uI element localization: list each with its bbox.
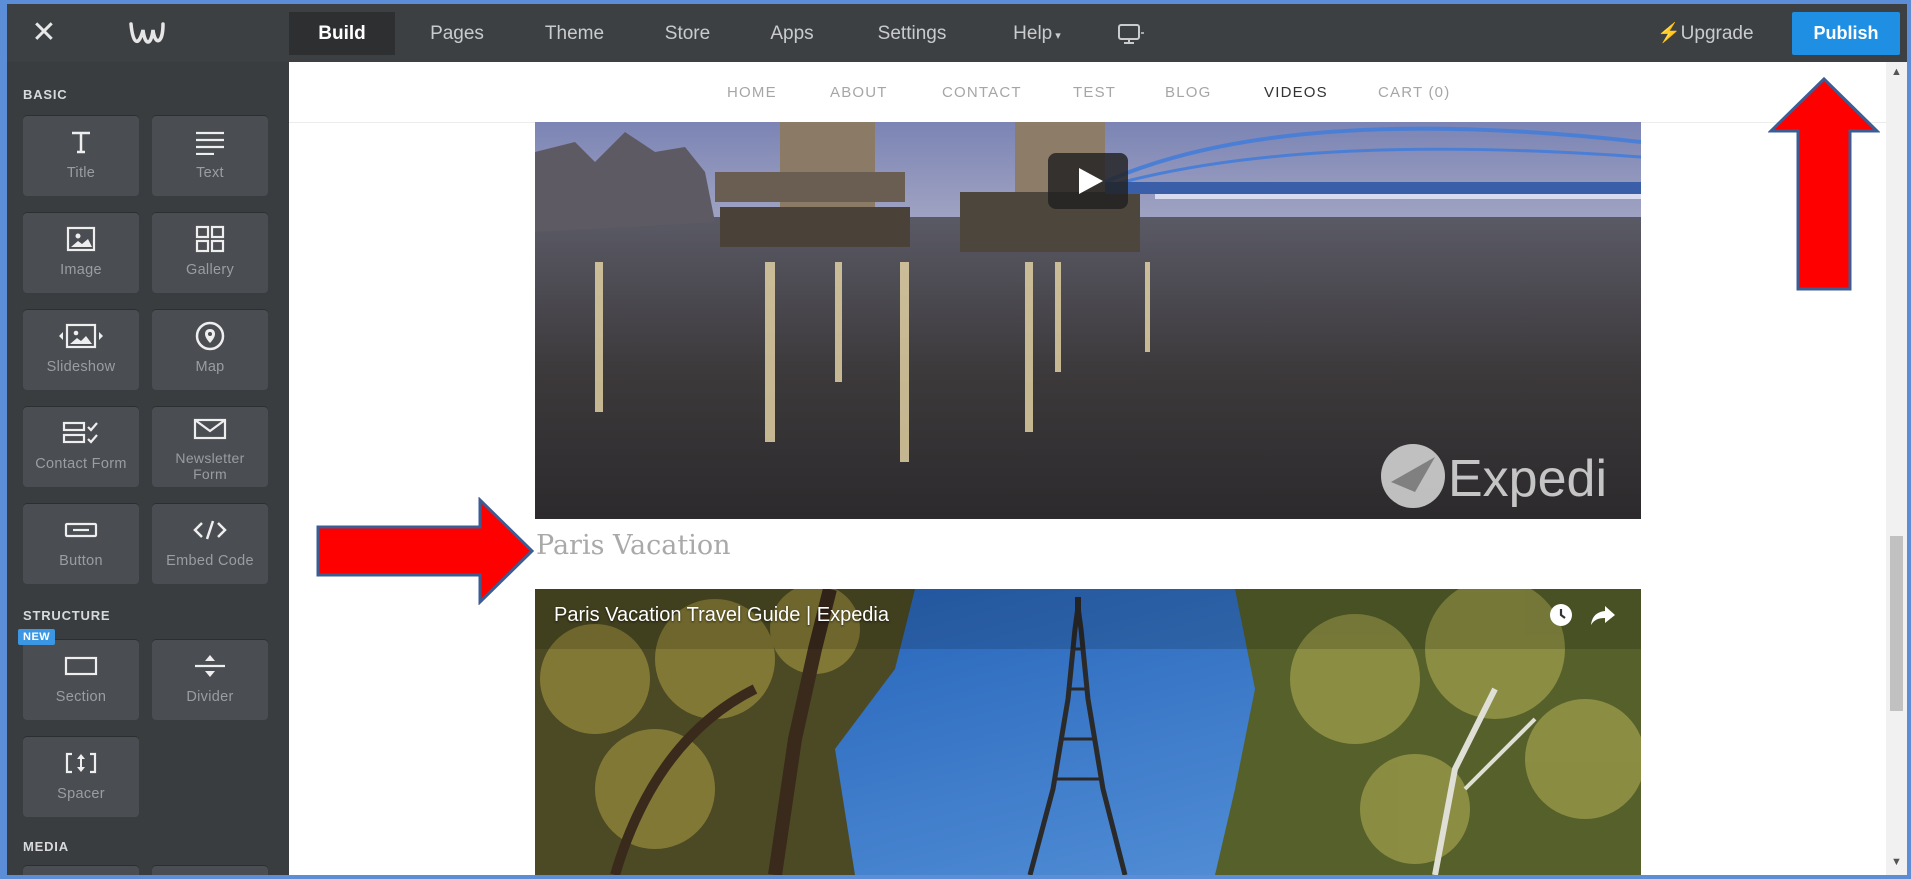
element-media-1[interactable] (23, 865, 139, 875)
annotation-arrow-up (1768, 76, 1880, 291)
page-scrollbar[interactable]: ▲ ▼ (1886, 62, 1907, 875)
element-newsletter-form[interactable]: Newsletter Form (152, 406, 268, 487)
tab-pages[interactable]: Pages (412, 12, 502, 55)
site-link-contact[interactable]: CONTACT (942, 84, 1022, 101)
element-label: Contact Form (35, 456, 127, 472)
element-divider[interactable]: Divider (152, 639, 268, 720)
site-link-cart[interactable]: CART (0) (1378, 84, 1450, 101)
contact-form-icon (62, 421, 98, 444)
element-media-2[interactable] (152, 865, 268, 875)
structure-heading: STRUCTURE (23, 608, 111, 623)
element-label: Map (195, 359, 225, 375)
element-spacer[interactable]: Spacer (23, 736, 139, 817)
element-label: Slideshow (46, 359, 116, 375)
text-icon (196, 131, 224, 155)
site-link-home[interactable]: HOME (727, 84, 777, 101)
gallery-icon (195, 225, 225, 253)
video-thumbnail-paris (535, 589, 1641, 875)
site-link-test[interactable]: TEST (1073, 84, 1116, 101)
video-thumbnail-london: Expedi (535, 122, 1641, 519)
editor-toolbar: ✕ Build Pages Theme Store Apps Settings … (7, 4, 1907, 62)
element-slideshow[interactable]: Slideshow (23, 309, 139, 390)
monitor-icon (1118, 23, 1144, 44)
close-icon[interactable]: ✕ (27, 16, 61, 50)
play-icon (1048, 153, 1128, 209)
section-icon (64, 656, 98, 676)
scroll-up-icon[interactable]: ▲ (1890, 66, 1903, 79)
image-icon (66, 226, 96, 252)
newsletter-icon (193, 418, 227, 440)
element-label: Text (196, 165, 224, 181)
upgrade-label: Upgrade (1680, 23, 1754, 44)
site-navigation: HOME ABOUT CONTACT TEST BLOG VIDEOS CART… (289, 62, 1886, 123)
element-section[interactable]: Section (23, 639, 139, 720)
element-label: Embed Code (166, 553, 254, 569)
tab-help[interactable]: Help ▾ (997, 12, 1077, 55)
element-text[interactable]: Text (152, 115, 268, 196)
tab-settings[interactable]: Settings (862, 12, 962, 55)
media-heading: MEDIA (23, 839, 69, 854)
video-embed-paris[interactable]: Paris Vacation Travel Guide | Expedia (535, 589, 1641, 875)
tab-apps[interactable]: Apps (752, 12, 832, 55)
tab-store[interactable]: Store (645, 12, 730, 55)
element-gallery[interactable]: Gallery (152, 212, 268, 293)
divider-icon (195, 655, 225, 677)
chevron-down-icon: ▾ (1052, 30, 1061, 42)
site-link-videos[interactable]: VIDEOS (1264, 84, 1328, 101)
site-link-blog[interactable]: BLOG (1165, 84, 1211, 101)
element-label: Divider (186, 689, 234, 705)
title-icon (72, 131, 90, 154)
element-label: Section (55, 689, 107, 705)
embed-code-icon (193, 520, 227, 540)
scroll-down-icon[interactable]: ▼ (1890, 856, 1903, 869)
upgrade-button[interactable]: ⚡Upgrade (1657, 12, 1754, 55)
lightning-icon: ⚡ (1657, 23, 1681, 44)
expedia-watermark: Expedi (1448, 450, 1607, 508)
scroll-thumb[interactable] (1890, 536, 1903, 711)
tab-help-label: Help (1013, 23, 1053, 44)
element-map[interactable]: Map (152, 309, 268, 390)
spacer-icon (65, 752, 97, 774)
new-badge: NEW (18, 629, 56, 645)
slideshow-icon (59, 323, 103, 349)
element-label: Title (66, 165, 96, 181)
annotation-arrow-right (316, 497, 535, 605)
element-title[interactable]: Title (23, 115, 139, 196)
button-icon (64, 522, 98, 538)
tab-theme[interactable]: Theme (527, 12, 622, 55)
element-image[interactable]: Image (23, 212, 139, 293)
element-label: Spacer (57, 786, 105, 802)
weebly-logo[interactable] (127, 16, 167, 50)
section-title[interactable]: Paris Vacation (536, 530, 731, 561)
element-embed-code[interactable]: Embed Code (152, 503, 268, 584)
watch-later-icon[interactable] (1549, 603, 1573, 627)
element-label: Image (60, 262, 102, 278)
element-label: Gallery (185, 262, 235, 278)
element-label: Button (59, 553, 103, 569)
video-title[interactable]: Paris Vacation Travel Guide | Expedia (554, 604, 889, 627)
publish-button[interactable]: Publish (1792, 12, 1900, 55)
tab-build[interactable]: Build (289, 12, 395, 55)
element-contact-form[interactable]: Contact Form (23, 406, 139, 487)
element-sidebar: BASIC Title Text Image Gallery Slideshow… (7, 62, 289, 875)
element-label: Newsletter Form (175, 450, 245, 482)
share-icon[interactable] (1589, 603, 1617, 627)
site-link-about[interactable]: ABOUT (830, 84, 888, 101)
element-button[interactable]: Button (23, 503, 139, 584)
device-preview-button[interactable] (1107, 12, 1157, 55)
basic-heading: BASIC (23, 87, 68, 102)
video-embed-london[interactable]: Expedi (535, 122, 1641, 519)
map-icon (195, 321, 225, 351)
